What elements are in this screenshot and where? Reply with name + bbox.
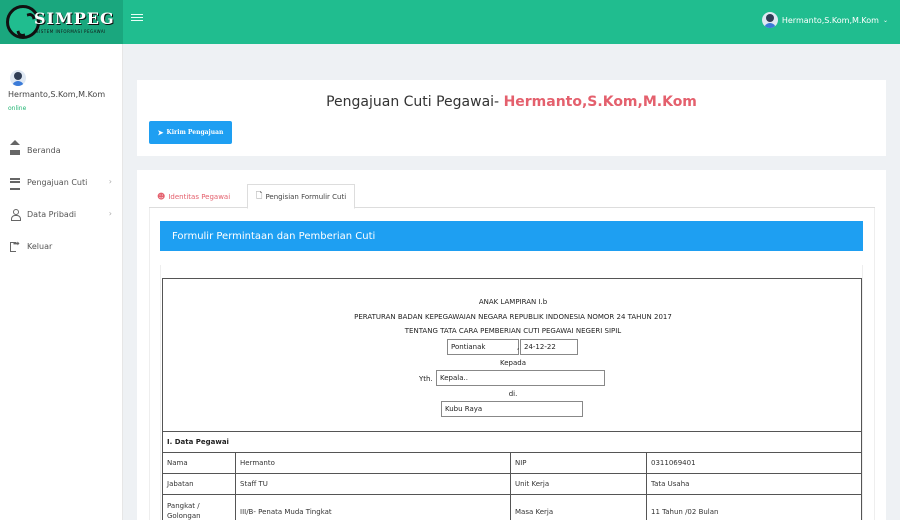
sidebar-item-pengajuan-cuti[interactable]: Pengajuan Cuti › [0, 166, 122, 198]
form-header: Formulir Permintaan dan Pemberian Cuti [160, 221, 863, 251]
tab-label: Identitas Pegawai [168, 192, 231, 201]
sidebar-item-label: Keluar [27, 241, 53, 251]
menu-toggle-icon[interactable] [131, 12, 143, 24]
brand-logo[interactable]: SIMPEG SISTEM INFORMASI PEGAWAI [0, 0, 123, 44]
table-row: Nama Hermanto NIP 0311069401 [162, 452, 862, 474]
sidebar-item-label: Pengajuan Cuti [27, 177, 88, 187]
sidebar-menu: Beranda Pengajuan Cuti › Data Pribadi › … [0, 134, 122, 262]
tab-bar: ☻ Identitas Pegawai 🗋 Pengisian Formulir… [149, 182, 875, 209]
chevron-right-icon: › [108, 209, 112, 218]
yth-label: Yth. [419, 375, 433, 383]
user-icon [10, 209, 21, 221]
page-title-name: Hermanto,S.Kom,M.Kom [503, 94, 697, 110]
cell-value: Tata Usaha [646, 473, 862, 495]
tab-label: Pengisian Formulir Cuti [265, 192, 347, 201]
user-icon: ☻ [157, 192, 166, 201]
topbar-user-name: Hermanto,S.Kom,M.Kom [781, 15, 879, 25]
page-title-text: Pengajuan Cuti Pegawai- [326, 94, 500, 110]
cell-label: Jabatan [162, 473, 236, 495]
peraturan-text: PERATURAN BADAN KEPEGAWAIAN NEGARA REPUB… [354, 313, 672, 321]
table-row: Jabatan Staff TU Unit Kerja Tata Usaha [162, 473, 862, 495]
kirim-pengajuan-label: Kirim Pengajuan [166, 129, 224, 136]
cell-label: Pangkat / Golongan [162, 494, 236, 520]
cell-value: 11 Tahun /02 Bulan [646, 494, 862, 520]
form-document: ANAK LAMPIRAN I.b PERATURAN BADAN KEPEGA… [162, 278, 862, 432]
city-input[interactable]: Pontianak [447, 339, 519, 355]
sidebar-item-label: Data Pribadi [27, 209, 77, 219]
paper-plane-icon: ➤ [157, 128, 164, 137]
section-title: I. Data Pegawai [162, 431, 862, 453]
sidebar-item-data-pribadi[interactable]: Data Pribadi › [0, 198, 122, 230]
table-row: Pangkat / Golongan III/B- Penata Muda Ti… [162, 494, 862, 520]
comma-separator: , [517, 343, 520, 351]
sidebar-user-name: Hermanto,S.Kom,M.Kom [8, 90, 106, 99]
data-pegawai-table: I. Data Pegawai Nama Hermanto NIP 031106… [162, 431, 862, 520]
home-icon [10, 140, 20, 155]
document-icon: 🗋 [256, 190, 263, 200]
tab-identitas-pegawai[interactable]: ☻ Identitas Pegawai [149, 184, 238, 209]
cell-value: 0311069401 [646, 452, 862, 474]
kirim-pengajuan-button[interactable]: ➤ Kirim Pengajuan [149, 121, 232, 144]
top-navbar: SIMPEG SISTEM INFORMASI PEGAWAI Hermanto… [0, 0, 900, 44]
cell-label: Unit Kerja [510, 473, 647, 495]
sidebar-item-label: Beranda [27, 145, 61, 155]
status-badge: online [8, 105, 27, 112]
cell-label: NIP [510, 452, 647, 474]
sidebar-item-keluar[interactable]: Keluar [0, 230, 122, 262]
brand-title: SIMPEG [34, 9, 115, 28]
user-dropdown[interactable]: Hermanto,S.Kom,M.Kom ⌄ [761, 12, 888, 28]
lampiran-text: ANAK LAMPIRAN I.b [478, 298, 548, 306]
cell-value: III/B- Penata Muda Tingkat [235, 494, 511, 520]
cell-label: Masa Kerja [510, 494, 647, 520]
sidebar: Hermanto,S.Kom,M.Kom online Beranda Peng… [0, 44, 123, 520]
page-title: Pengajuan Cuti Pegawai- Hermanto,S.Kom,M… [137, 94, 886, 110]
chevron-down-icon: ⌄ [882, 16, 888, 24]
tentang-text: TENTANG TATA CARA PEMBERIAN CUTI PEGAWAI… [404, 327, 622, 335]
yth-input[interactable]: Kepala.. [436, 370, 605, 386]
cell-value: Hermanto [235, 452, 511, 474]
avatar-icon [761, 12, 778, 28]
cell-label: Nama [162, 452, 236, 474]
tab-pengisian-formulir-cuti[interactable]: 🗋 Pengisian Formulir Cuti [247, 184, 356, 209]
date-input[interactable]: 24-12-22 [520, 339, 578, 355]
logout-icon [10, 239, 20, 252]
avatar [10, 70, 26, 86]
chevron-right-icon: › [108, 177, 112, 186]
di-text: di. [508, 390, 518, 398]
sidebar-item-beranda[interactable]: Beranda [0, 134, 122, 166]
table-row: I. Data Pegawai [162, 431, 862, 453]
location-input[interactable]: Kubu Raya [441, 401, 583, 417]
cell-value: Staff TU [235, 473, 511, 495]
brand-subtitle: SISTEM INFORMASI PEGAWAI [36, 29, 106, 34]
list-icon [10, 177, 20, 190]
header-card: Pengajuan Cuti Pegawai- Hermanto,S.Kom,M… [137, 80, 886, 156]
kepada-text: Kepada [499, 359, 526, 367]
